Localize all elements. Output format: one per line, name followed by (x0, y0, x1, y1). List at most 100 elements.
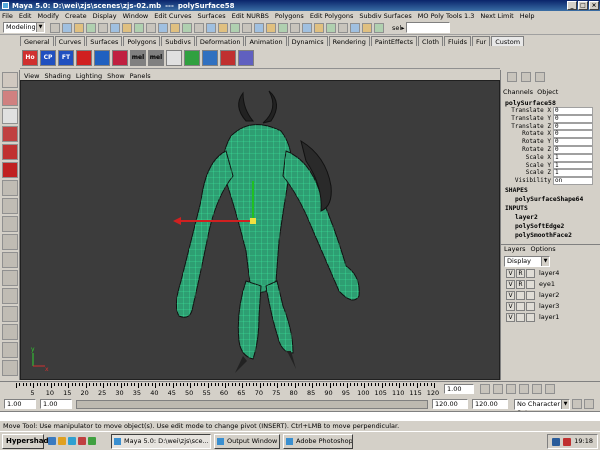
explorer-icon[interactable] (58, 437, 66, 445)
tab-painteffects[interactable]: PaintEffects (370, 36, 418, 46)
status-tool-icon[interactable] (146, 22, 156, 33)
key-icon[interactable] (572, 399, 582, 409)
reference-toggle[interactable]: R (516, 279, 525, 289)
shelf-button[interactable]: mel (148, 49, 164, 66)
input-node[interactable]: polySmoothFace2 (501, 232, 600, 239)
status-tool-icon[interactable] (338, 22, 348, 33)
shelf-button[interactable] (184, 49, 200, 66)
channel-value[interactable]: 0 (553, 138, 593, 146)
viewport-menu-shading[interactable]: Shading (44, 72, 70, 80)
current-time-field[interactable]: 1.00 (444, 384, 474, 394)
prefs-icon[interactable] (584, 399, 594, 409)
model-view[interactable]: y x (21, 81, 500, 380)
character-set-select[interactable]: No Character Set ▼ (514, 398, 570, 417)
fast-forward-icon[interactable] (545, 384, 555, 394)
status-tool-icon[interactable] (374, 22, 384, 33)
shelf-button[interactable]: mel (130, 49, 146, 66)
taskbar-task[interactable]: Output Window (214, 433, 280, 449)
channel-value[interactable]: 0 (553, 107, 593, 115)
channel-value[interactable]: on (553, 177, 593, 185)
shelf-button[interactable] (112, 49, 128, 66)
shape-node[interactable]: polySurfaceShape64 (501, 196, 600, 203)
browser-icon[interactable] (68, 437, 76, 445)
status-tool-icon[interactable] (362, 22, 372, 33)
playback-end-field[interactable]: 120.00 (432, 399, 468, 409)
input-node[interactable]: layer2 (501, 214, 600, 221)
channel-value[interactable]: 0 (553, 114, 593, 123)
status-tool-icon[interactable] (134, 22, 144, 33)
play-forward-icon[interactable] (519, 384, 529, 394)
status-tool-icon[interactable] (302, 22, 312, 33)
menu-help[interactable]: Help (520, 12, 535, 20)
shelf-button[interactable] (238, 49, 254, 66)
status-tool-icon[interactable] (122, 22, 132, 33)
tab-fluids[interactable]: Fluids (444, 36, 472, 46)
menu-file[interactable]: File (2, 12, 13, 20)
select-tool-icon[interactable] (2, 72, 18, 88)
channel-tab-channels[interactable]: Channels (503, 88, 533, 97)
channel-value[interactable]: 0 (553, 130, 593, 139)
status-tool-icon[interactable] (278, 22, 288, 33)
channel-name[interactable]: Scale X (501, 154, 553, 162)
visibility-toggle[interactable]: V (506, 301, 515, 311)
layer-color-swatch[interactable] (526, 268, 535, 278)
menu-edit-nurbs[interactable]: Edit NURBS (232, 12, 269, 20)
channel-box-icon[interactable] (535, 72, 545, 82)
manipulator-icon[interactable] (2, 180, 18, 196)
status-tool-icon[interactable] (230, 22, 240, 33)
taskbar-task[interactable]: Adobe Photoshop (283, 433, 353, 449)
perspective-viewport[interactable]: y x (20, 80, 500, 380)
range-start-field[interactable]: 1.00 (4, 399, 36, 409)
status-tool-icon[interactable] (50, 22, 60, 33)
channel-name[interactable]: Translate X (501, 107, 553, 115)
maximize-button[interactable]: □ (578, 1, 588, 10)
layer-color-swatch[interactable] (526, 312, 535, 322)
menu-edit[interactable]: Edit (19, 12, 32, 20)
status-tool-icon[interactable] (170, 22, 180, 33)
layer-color-swatch[interactable] (526, 301, 535, 311)
layout-graph-icon[interactable] (2, 324, 18, 340)
channel-name[interactable]: Translate Y (501, 115, 553, 123)
status-tool-icon[interactable] (290, 22, 300, 33)
channel-name[interactable]: Scale Z (501, 169, 553, 177)
shelf-button[interactable] (220, 49, 236, 66)
visibility-toggle[interactable]: V (506, 268, 515, 278)
rewind-icon[interactable] (480, 384, 490, 394)
range-end-field[interactable]: 120.00 (472, 399, 508, 409)
command-line[interactable] (0, 411, 600, 421)
status-tool-icon[interactable] (206, 22, 216, 33)
menu-subdiv-surfaces[interactable]: Subdiv Surfaces (359, 12, 411, 20)
menu-modify[interactable]: Modify (37, 12, 59, 20)
app-icon[interactable] (88, 437, 96, 445)
menu-edit-polygons[interactable]: Edit Polygons (310, 12, 354, 20)
tab-animation[interactable]: Animation (245, 36, 287, 46)
status-tool-icon[interactable] (62, 22, 72, 33)
layout-render-icon[interactable] (2, 360, 18, 376)
layout-outliner-icon[interactable] (2, 306, 18, 322)
paint-select-icon[interactable] (2, 108, 18, 124)
status-tool-icon[interactable] (218, 22, 228, 33)
tool-settings-icon[interactable] (521, 72, 531, 82)
channel-name[interactable]: Scale Y (501, 162, 553, 170)
visibility-toggle[interactable]: V (506, 312, 515, 322)
layer-menu-options[interactable]: Options (531, 245, 556, 254)
layer-menu-layers[interactable]: Layers (504, 245, 526, 254)
viewport-menu-show[interactable]: Show (107, 72, 125, 80)
visibility-toggle[interactable]: V (506, 279, 515, 289)
status-tool-icon[interactable] (86, 22, 96, 33)
channel-name[interactable]: Translate Z (501, 123, 553, 131)
shelf-button[interactable] (202, 49, 218, 66)
start-button[interactable]: Hypershade (2, 433, 53, 449)
minimize-button[interactable]: _ (567, 1, 577, 10)
tab-polygons[interactable]: Polygons (123, 36, 161, 46)
desktop-icon[interactable] (48, 437, 56, 445)
move-tool-icon[interactable] (2, 126, 18, 142)
tab-curves[interactable]: Curves (54, 36, 86, 46)
layer-mode-select[interactable]: Display ▼ (504, 256, 550, 267)
status-tool-icon[interactable] (326, 22, 336, 33)
shelf-button[interactable]: Ho (22, 49, 38, 66)
step-back-icon[interactable] (493, 384, 503, 394)
channel-name[interactable]: Rotate Z (501, 146, 553, 154)
channel-value[interactable]: 1 (553, 169, 593, 178)
layer-row[interactable]: V Reye1 (501, 279, 600, 289)
